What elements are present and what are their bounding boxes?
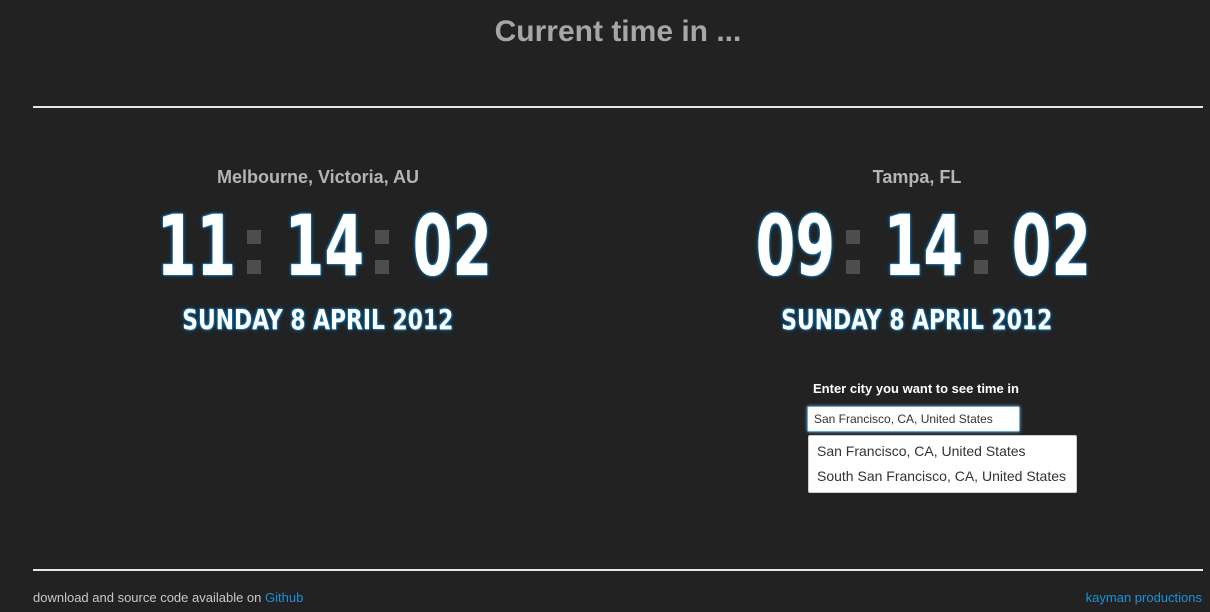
clock-minutes: 14 bbox=[883, 197, 964, 295]
clock-city-name: Tampa, FL bbox=[872, 167, 962, 187]
clock-time: 11 14 02 bbox=[108, 198, 528, 294]
clock-seconds: 02 bbox=[1011, 197, 1092, 295]
clock-time: 09 14 02 bbox=[707, 198, 1127, 294]
city-suggestion-item[interactable]: South San Francisco, CA, United States bbox=[809, 464, 1076, 489]
city-suggestions-dropdown: San Francisco, CA, United States South S… bbox=[808, 435, 1077, 493]
city-suggestion-item[interactable]: San Francisco, CA, United States bbox=[809, 439, 1076, 464]
footer-text: download and source code available on bbox=[33, 590, 262, 605]
city-search-label: Enter city you want to see time in bbox=[813, 381, 1019, 396]
footer-source-note: download and source code available on Gi… bbox=[33, 590, 303, 605]
city-search-input[interactable] bbox=[807, 406, 1020, 432]
clock-date: SUNDAY 8 APRIL 2012 bbox=[182, 303, 454, 336]
header-divider bbox=[33, 106, 1203, 108]
clock-separator bbox=[367, 216, 397, 276]
clock-separator bbox=[239, 216, 269, 276]
clock-hours: 11 bbox=[156, 197, 237, 295]
clock-tampa: Tampa, FL 09 14 02 SUNDAY 8 APRIL 2012 bbox=[707, 164, 1127, 338]
clock-hours: 09 bbox=[755, 197, 836, 295]
clock-melbourne: Melbourne, Victoria, AU 11 14 02 SUNDAY … bbox=[108, 164, 528, 338]
clock-date: SUNDAY 8 APRIL 2012 bbox=[781, 303, 1053, 336]
clock-seconds: 02 bbox=[412, 197, 493, 295]
footer-divider bbox=[33, 569, 1203, 571]
clock-minutes: 14 bbox=[284, 197, 365, 295]
credit-link[interactable]: kayman productions bbox=[1086, 590, 1202, 605]
page-title: Current time in ... bbox=[494, 15, 742, 48]
clock-separator bbox=[966, 216, 996, 276]
clock-city-name: Melbourne, Victoria, AU bbox=[216, 167, 420, 187]
github-link[interactable]: Github bbox=[265, 590, 303, 605]
clock-separator bbox=[838, 216, 868, 276]
